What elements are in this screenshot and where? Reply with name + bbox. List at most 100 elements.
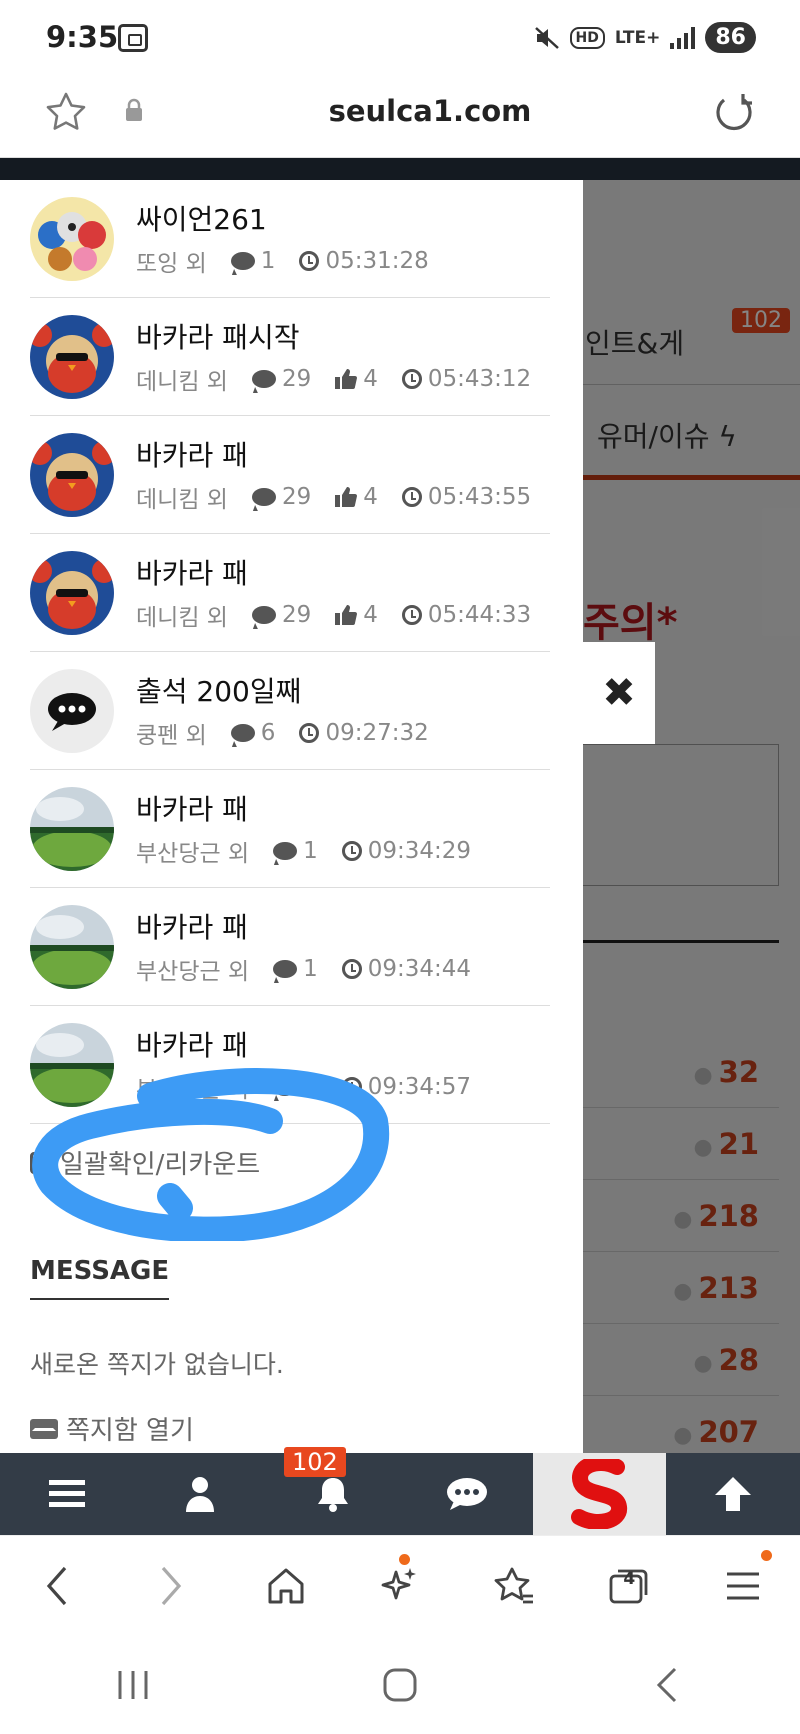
- scroll-top-button[interactable]: [666, 1453, 799, 1535]
- notification-title: 바카라 패: [136, 793, 248, 826]
- chevron-right-icon: [162, 1566, 182, 1605]
- time: 09:34:29: [341, 838, 472, 864]
- notification-badge: 102: [284, 1447, 346, 1477]
- like-count-value: 4: [363, 484, 378, 510]
- reload-icon[interactable]: [710, 90, 758, 138]
- chat-button[interactable]: [400, 1453, 533, 1535]
- bell-icon: [318, 1478, 349, 1512]
- network-type: LTE+: [614, 27, 661, 48]
- close-drawer-button[interactable]: ✖: [583, 642, 655, 744]
- comment-count-value: 29: [281, 366, 312, 392]
- browser-url-bar: seulca1.com: [0, 76, 800, 158]
- notification-item[interactable]: 바카라 패 부산당근 외 1 09:34:29: [30, 770, 550, 888]
- clock-icon: [341, 959, 362, 979]
- notification-author: 또잉 외: [136, 251, 207, 277]
- back-nav-button[interactable]: [533, 1635, 800, 1734]
- site-bottom-bar: 102: [0, 1447, 800, 1535]
- home-nav-button[interactable]: [267, 1635, 534, 1734]
- avatar: [30, 315, 114, 399]
- comment-count: 1: [230, 248, 275, 274]
- comment-icon: [251, 606, 276, 624]
- time-value: 05:31:28: [325, 248, 429, 274]
- chat-bubble-icon: [446, 1478, 487, 1510]
- time: 09:34:44: [341, 956, 471, 982]
- avatar: [30, 905, 114, 989]
- open-inbox-label: 쪽지함 열기: [66, 1416, 194, 1446]
- avatar: [30, 433, 114, 517]
- back-button[interactable]: [0, 1536, 114, 1635]
- screen: 9:35 HD LTE+ 86 seulca1.com 인트&게 102 유머/…: [0, 0, 800, 1734]
- notification-item[interactable]: 바카라 패시작 데니킴 외 29 4 05:43:12: [30, 298, 550, 416]
- avatar: [30, 551, 114, 635]
- time: 05:31:28: [299, 248, 429, 274]
- no-message-text: 새로온 쪽지가 없습니다.: [30, 1350, 284, 1379]
- avatar: [30, 669, 114, 753]
- time-value: 05:44:33: [427, 602, 532, 628]
- menu-button[interactable]: [0, 1453, 133, 1535]
- home-icon: [268, 1568, 304, 1603]
- avatar: [30, 197, 114, 281]
- home-button[interactable]: [229, 1536, 343, 1635]
- notification-title: 바카라 패: [136, 1029, 248, 1062]
- notification-item[interactable]: 출석 200일째 쿵펜 외 6 09:27:32: [30, 652, 550, 770]
- ai-sparkle-button[interactable]: [343, 1536, 457, 1635]
- notification-title: 바카라 패: [136, 911, 248, 944]
- comment-icon: [230, 252, 255, 270]
- time-value: 09:27:32: [325, 720, 429, 746]
- like-count-value: 4: [363, 602, 378, 628]
- recent-apps-button[interactable]: [0, 1635, 267, 1734]
- notification-meta: 또잉 외 1 05:31:28: [136, 244, 429, 278]
- home-square-icon: [383, 1668, 417, 1701]
- notification-item[interactable]: 바카라 패 데니킴 외 29 4 05:43:55: [30, 416, 550, 534]
- battery-level: 86: [705, 22, 756, 53]
- time: 09:27:32: [299, 720, 429, 746]
- time: 05:43:55: [401, 484, 531, 510]
- notification-meta: 부산당근 외 1 09:34:29: [136, 834, 471, 868]
- notification-author: 데니킴 외: [136, 369, 228, 395]
- site-logo: [570, 1459, 627, 1529]
- notification-title: 바카라 패: [136, 439, 248, 472]
- browser-menu-button[interactable]: [686, 1536, 800, 1635]
- bookmarks-button[interactable]: [457, 1536, 571, 1635]
- notification-item[interactable]: 바카라 패 데니킴 외 29 4 05:44:33: [30, 534, 550, 652]
- comment-count: 29: [251, 484, 312, 510]
- arrow-up-icon: [715, 1477, 752, 1511]
- clock-icon: [341, 841, 362, 861]
- comment-count: 1: [273, 956, 318, 982]
- time: 05:43:12: [401, 366, 531, 392]
- back-chevron-icon: [656, 1667, 676, 1702]
- browser-toolbar: 4: [0, 1535, 800, 1635]
- comment-count-value: 1: [303, 838, 318, 864]
- notification-item[interactable]: 싸이언261 또잉 외 1 05:31:28: [30, 180, 550, 298]
- notification-title: 싸이언261: [136, 203, 267, 236]
- comment-count-value: 29: [281, 602, 312, 628]
- bookmarks-icon: [494, 1567, 534, 1603]
- close-icon: ✖: [602, 670, 636, 716]
- url-text[interactable]: seulca1.com: [0, 94, 800, 128]
- comment-icon: [230, 724, 255, 742]
- comment-count-value: 1: [303, 956, 318, 982]
- forward-button[interactable]: [114, 1536, 228, 1635]
- time-value: 09:34:29: [367, 838, 472, 864]
- update-dot: [760, 1550, 772, 1561]
- comment-count-value: 29: [281, 484, 312, 510]
- profile-button[interactable]: [133, 1453, 266, 1535]
- status-time: 9:35: [46, 20, 119, 54]
- status-icons: HD LTE+ 86: [534, 22, 756, 53]
- open-inbox-link[interactable]: 쪽지함 열기: [30, 1410, 194, 1447]
- hamburger-icon: [726, 1572, 759, 1599]
- notification-meta: 데니킴 외 29 4 05:43:55: [136, 480, 531, 514]
- clock-icon: [401, 487, 422, 507]
- notification-meta: 데니킴 외 29 4 05:44:33: [136, 598, 531, 632]
- thumbs-up-icon: [335, 369, 358, 389]
- clock-icon: [401, 369, 422, 389]
- mute-icon: [534, 26, 559, 49]
- notification-title: 출석 200일째: [136, 675, 302, 708]
- comment-icon: [251, 370, 276, 388]
- notification-meta: 데니킴 외 29 4 05:43:12: [136, 362, 531, 396]
- site-logo-button[interactable]: [533, 1453, 667, 1535]
- notification-item[interactable]: 바카라 패 부산당근 외 1 09:34:44: [30, 888, 550, 1006]
- update-dot: [398, 1554, 410, 1565]
- tabs-button[interactable]: 4: [571, 1536, 685, 1635]
- avatar: [30, 787, 114, 871]
